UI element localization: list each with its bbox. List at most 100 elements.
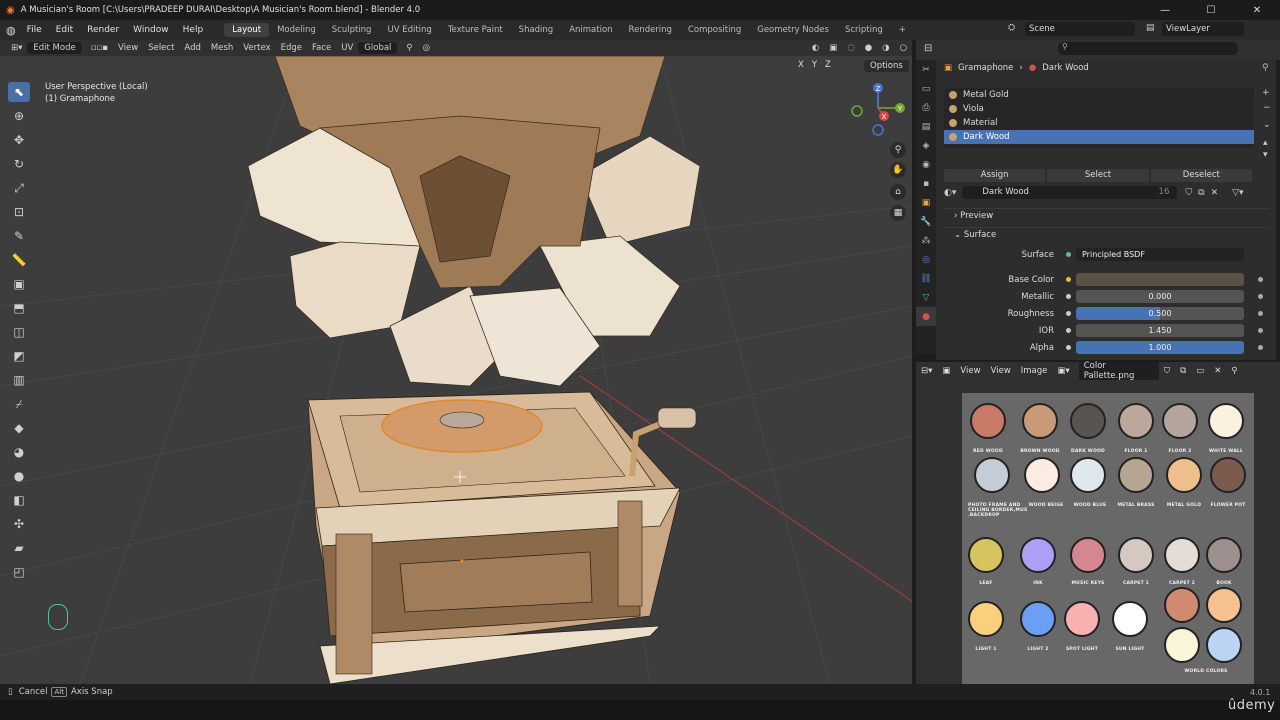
tab-uv-editing[interactable]: UV Editing	[379, 23, 439, 37]
loop-cut-tool-icon[interactable]: ▥	[8, 370, 30, 390]
rotate-tool-icon[interactable]: ↻	[8, 154, 30, 174]
menu-file[interactable]: File	[20, 25, 49, 35]
list-item[interactable]: Material	[944, 116, 1254, 130]
tab-particles-icon[interactable]: ⁂	[916, 231, 936, 250]
panel-preview[interactable]: › Preview	[944, 208, 1269, 222]
shading-wireframe-icon[interactable]: ◌	[842, 43, 859, 53]
slot-move-up-icon[interactable]: ▴	[1263, 138, 1268, 148]
tab-constraints-icon[interactable]: ⛓	[916, 269, 936, 288]
unlink-icon[interactable]: ✕	[1209, 366, 1226, 376]
mirror-z-button[interactable]: Z	[821, 60, 835, 70]
view-mode-selector[interactable]: View	[955, 366, 985, 376]
browse-image-icon[interactable]: ▣▾	[1052, 366, 1074, 376]
tab-viewlayer-icon[interactable]: ▤	[916, 117, 936, 136]
tab-texture-paint[interactable]: Texture Paint	[440, 23, 511, 37]
bevel-tool-icon[interactable]: ◩	[8, 346, 30, 366]
tab-render-icon[interactable]: ▭	[916, 79, 936, 98]
assign-button[interactable]: Assign	[944, 169, 1046, 182]
tab-shading[interactable]: Shading	[511, 23, 562, 37]
minimize-button[interactable]: —	[1142, 0, 1188, 20]
rip-tool-icon[interactable]: ◰	[8, 562, 30, 582]
tab-geometry-nodes[interactable]: Geometry Nodes	[749, 23, 837, 37]
viewlayer-selector[interactable]: ViewLayer	[1162, 22, 1244, 36]
keyframe-icon[interactable]	[1258, 311, 1263, 316]
keyframe-icon[interactable]	[1258, 294, 1263, 299]
surface-shader-selector[interactable]: Principled BSDF	[1076, 248, 1244, 261]
tab-rendering[interactable]: Rendering	[621, 23, 680, 37]
pin-icon[interactable]: ⚲	[1226, 366, 1242, 376]
cursor-tool-icon[interactable]: ⊕	[8, 106, 30, 126]
shear-tool-icon[interactable]: ▰	[8, 538, 30, 558]
tab-scripting[interactable]: Scripting	[837, 23, 891, 37]
transform-tool-icon[interactable]: ⊡	[8, 202, 30, 222]
menu-view[interactable]: View	[986, 366, 1016, 376]
proportional-edit-icon[interactable]: ◎	[418, 43, 435, 53]
annotate-tool-icon[interactable]: ✎	[8, 226, 30, 246]
slot-move-down-icon[interactable]: ▾	[1263, 150, 1268, 160]
menu-mesh[interactable]: Mesh	[206, 43, 238, 53]
new-image-icon[interactable]: ⧉	[1175, 366, 1191, 376]
tab-world-icon[interactable]: ◉	[916, 155, 936, 174]
edge-slide-tool-icon[interactable]: ◧	[8, 490, 30, 510]
menu-vertex[interactable]: Vertex	[238, 43, 275, 53]
select-button[interactable]: Select	[1047, 169, 1149, 182]
editor-type-icon[interactable]: ⊞▾	[6, 43, 27, 53]
tab-layout[interactable]: Layout	[224, 23, 270, 37]
menu-edit[interactable]: Edit	[49, 25, 80, 35]
scale-tool-icon[interactable]: ⤢	[8, 178, 30, 198]
tab-animation[interactable]: Animation	[561, 23, 620, 37]
snap-icon[interactable]: ⚲	[401, 43, 417, 53]
slot-remove-icon[interactable]: −	[1263, 103, 1271, 113]
menu-add[interactable]: Add	[179, 43, 205, 53]
keyframe-icon[interactable]	[1258, 345, 1263, 350]
list-item[interactable]: Viola	[944, 102, 1254, 116]
keyframe-icon[interactable]	[1258, 277, 1263, 282]
select-tool-icon[interactable]: ⬉	[8, 82, 30, 102]
orientation-selector[interactable]: Global	[358, 42, 398, 54]
material-name-field[interactable]: Dark Wood 16	[962, 186, 1178, 199]
properties-editor-icon[interactable]: ⊟	[924, 43, 932, 54]
scene-selector[interactable]: Scene	[1025, 22, 1135, 36]
measure-tool-icon[interactable]: 📏	[8, 250, 30, 270]
shrink-tool-icon[interactable]: ✣	[8, 514, 30, 534]
pin-icon[interactable]: ⚲	[1262, 63, 1269, 73]
tab-output-icon[interactable]: ⎙	[916, 98, 936, 117]
tab-tool-icon[interactable]: ✂	[916, 60, 936, 79]
base-color-swatch[interactable]	[1076, 273, 1244, 286]
fake-user-icon[interactable]: ⛉	[1185, 188, 1192, 198]
mode-selector[interactable]: Edit Mode	[27, 42, 82, 54]
image-name-field[interactable]: Color Pallette.png	[1078, 361, 1159, 381]
3d-viewport[interactable]	[0, 56, 912, 684]
menu-view[interactable]: View	[113, 43, 143, 53]
tab-material-icon[interactable]: ●	[916, 307, 936, 326]
panel-surface[interactable]: ⌄ Surface	[944, 227, 1269, 241]
material-slot-list[interactable]: Metal Gold Viola Material Dark Wood	[944, 88, 1254, 148]
tab-modeling[interactable]: Modeling	[269, 23, 324, 37]
unlink-icon[interactable]: ✕	[1211, 188, 1219, 198]
shading-rendered-icon[interactable]: ○	[895, 43, 912, 53]
knife-tool-icon[interactable]: ⌿	[8, 394, 30, 414]
deselect-button[interactable]: Deselect	[1150, 169, 1252, 182]
add-cube-tool-icon[interactable]: ▣	[8, 274, 30, 294]
close-button[interactable]: ✕	[1234, 0, 1280, 20]
menu-help[interactable]: Help	[176, 25, 211, 35]
tab-data-icon[interactable]: ▽	[916, 288, 936, 307]
roughness-slider[interactable]: 0.500	[1076, 307, 1244, 320]
maximize-button[interactable]: ☐	[1188, 0, 1234, 20]
editor-type-icon[interactable]: ⊟▾	[916, 366, 937, 376]
tab-object-icon[interactable]: ▣	[916, 193, 936, 212]
zoom-icon[interactable]: ⚲	[890, 142, 906, 158]
tab-physics-icon[interactable]: ◎	[916, 250, 936, 269]
menu-window[interactable]: Window	[126, 25, 176, 35]
menu-face[interactable]: Face	[307, 43, 336, 53]
list-item-selected[interactable]: Dark Wood	[944, 130, 1254, 144]
menu-select[interactable]: Select	[143, 43, 179, 53]
browse-material-icon[interactable]: ◐▾	[944, 188, 956, 198]
extrude-tool-icon[interactable]: ⬒	[8, 298, 30, 318]
tab-collection-icon[interactable]: ▪	[916, 174, 936, 193]
options-button[interactable]: Options	[864, 60, 909, 72]
alpha-slider[interactable]: 1.000	[1076, 341, 1244, 354]
camera-view-icon[interactable]: ⌂	[890, 184, 906, 200]
shading-solid-icon[interactable]: ●	[860, 43, 877, 53]
duplicate-icon[interactable]: ⧉	[1198, 188, 1204, 198]
